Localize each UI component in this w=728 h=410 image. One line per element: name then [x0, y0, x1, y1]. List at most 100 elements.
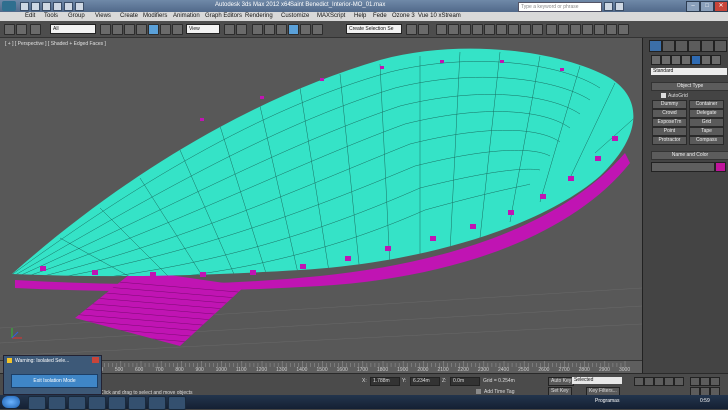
layer-manager-icon[interactable] [436, 24, 447, 35]
acrobat-taskbar-icon[interactable] [128, 396, 146, 410]
shapes-icon[interactable] [661, 55, 671, 65]
helper-icon[interactable] [594, 24, 605, 35]
select-and-move-icon[interactable] [148, 24, 159, 35]
render-production-icon[interactable] [520, 24, 531, 35]
object-color-swatch[interactable] [715, 162, 726, 172]
name-and-color-rollout[interactable]: Name and Color [651, 151, 728, 160]
systems-icon[interactable] [618, 24, 629, 35]
angle-snap-icon[interactable] [276, 24, 287, 35]
undo-icon[interactable] [53, 2, 62, 11]
browser-taskbar-icon[interactable] [48, 396, 66, 410]
environment-icon[interactable] [558, 24, 569, 35]
menu-edit[interactable]: Edit [25, 12, 35, 21]
x-coordinate-field[interactable]: 1.788m [370, 377, 400, 386]
previous-frame-icon[interactable] [644, 377, 654, 386]
select-and-scale-icon[interactable] [172, 24, 183, 35]
z-coordinate-field[interactable]: 0.0m [450, 377, 480, 386]
helpers-icon[interactable] [691, 55, 701, 65]
menu-vue-xstream[interactable]: Vue 10 xStream [418, 12, 461, 21]
warning-close-icon[interactable] [92, 357, 99, 363]
go-to-start-icon[interactable] [634, 377, 644, 386]
teapot-render-icon[interactable] [546, 24, 557, 35]
new-file-icon[interactable] [20, 2, 29, 11]
select-by-name-icon[interactable] [112, 24, 123, 35]
menu-fede[interactable]: Fede [373, 12, 387, 21]
app-taskbar-icon[interactable] [108, 396, 126, 410]
mirror-icon[interactable] [406, 24, 417, 35]
modify-tab-icon[interactable] [662, 40, 675, 52]
rectangle-selection-icon[interactable] [124, 24, 135, 35]
explorer-taskbar-icon[interactable] [28, 396, 46, 410]
app-logo-icon[interactable] [2, 1, 16, 11]
object-name-input[interactable] [651, 162, 715, 172]
undo-tool-icon[interactable] [4, 24, 15, 35]
help-search-input[interactable]: Type a keyword or phrase [518, 2, 602, 12]
category-dropdown[interactable]: Standard [651, 68, 727, 75]
hierarchy-tab-icon[interactable] [675, 40, 688, 52]
tray-label[interactable]: Programas [595, 398, 619, 404]
go-to-end-icon[interactable] [674, 377, 684, 386]
named-selection-dropdown[interactable]: Create Selection Se [346, 24, 402, 34]
spinner-snap-icon[interactable] [300, 24, 311, 35]
maximize-button[interactable]: □ [700, 1, 714, 12]
align-icon[interactable] [418, 24, 429, 35]
project-folder-icon[interactable] [75, 2, 84, 11]
point-button[interactable]: Point [652, 127, 687, 136]
key-mode-dropdown[interactable]: Selected [572, 377, 622, 384]
motion-tab-icon[interactable] [688, 40, 701, 52]
menu-animation[interactable]: Animation [173, 12, 200, 21]
light-icon[interactable] [582, 24, 593, 35]
delegate-button[interactable]: Delegate [689, 109, 724, 118]
pivot-center-icon[interactable] [224, 24, 235, 35]
menu-views[interactable]: Views [95, 12, 111, 21]
photoshop-taskbar-icon[interactable] [148, 396, 166, 410]
menu-graph-editors[interactable]: Graph Editors [205, 12, 242, 21]
open-file-icon[interactable] [31, 2, 40, 11]
exposetm-button[interactable]: ExposeTm [652, 118, 687, 127]
spacewarp-icon[interactable] [606, 24, 617, 35]
object-type-rollout[interactable]: Object Type [651, 82, 728, 91]
menu-group[interactable]: Group [68, 12, 85, 21]
start-button[interactable] [2, 396, 20, 408]
geometry-icon[interactable] [651, 55, 661, 65]
reference-coord-dropdown[interactable]: View [186, 24, 220, 34]
close-button[interactable]: ✕ [714, 1, 728, 12]
tape-button[interactable]: Tape [689, 127, 724, 136]
menu-help[interactable]: Help [354, 12, 366, 21]
window-crossing-icon[interactable] [136, 24, 147, 35]
3dsmax-taskbar-icon[interactable] [88, 396, 106, 410]
container-button[interactable]: Container [689, 100, 724, 109]
graphite-ribbon-icon[interactable] [448, 24, 459, 35]
redo-tool-icon[interactable] [16, 24, 27, 35]
protractor-button[interactable]: Protractor [652, 136, 687, 145]
cameras-icon[interactable] [681, 55, 691, 65]
display-tab-icon[interactable] [701, 40, 714, 52]
manipulate-icon[interactable] [236, 24, 247, 35]
search-icon[interactable] [604, 2, 613, 11]
dummy-button[interactable]: Dummy [652, 100, 687, 109]
schematic-view-icon[interactable] [472, 24, 483, 35]
crowd-button[interactable]: Crowd [652, 109, 687, 118]
perspective-viewport[interactable]: [ + ] [ Perspective ] [ Shaded + Edged F… [0, 38, 642, 360]
edit-named-selections-icon[interactable] [312, 24, 323, 35]
percent-snap-icon[interactable] [288, 24, 299, 35]
folder-taskbar-icon[interactable] [168, 396, 186, 410]
infocenter-icon[interactable] [615, 2, 624, 11]
create-tab-icon[interactable] [649, 40, 662, 52]
menu-modifiers[interactable]: Modifiers [143, 12, 167, 21]
exit-isolation-mode-button[interactable]: Exit Isolation Mode [11, 374, 98, 388]
media-taskbar-icon[interactable] [68, 396, 86, 410]
save-file-icon[interactable] [42, 2, 51, 11]
zoom-icon[interactable] [690, 377, 700, 386]
pan-icon[interactable] [710, 377, 720, 386]
menu-tools[interactable]: Tools [44, 12, 58, 21]
viewport-label[interactable]: [ + ] [ Perspective ] [ Shaded + Edged F… [5, 41, 106, 47]
play-icon[interactable] [654, 377, 664, 386]
menu-rendering[interactable]: Rendering [245, 12, 273, 21]
selection-filter-dropdown[interactable]: All [50, 24, 96, 34]
lights-icon[interactable] [671, 55, 681, 65]
snaps-toggle-icon[interactable] [264, 24, 275, 35]
auto-key-button[interactable]: Auto Key [548, 377, 575, 386]
y-coordinate-field[interactable]: 6.234m [410, 377, 440, 386]
next-frame-icon[interactable] [664, 377, 674, 386]
